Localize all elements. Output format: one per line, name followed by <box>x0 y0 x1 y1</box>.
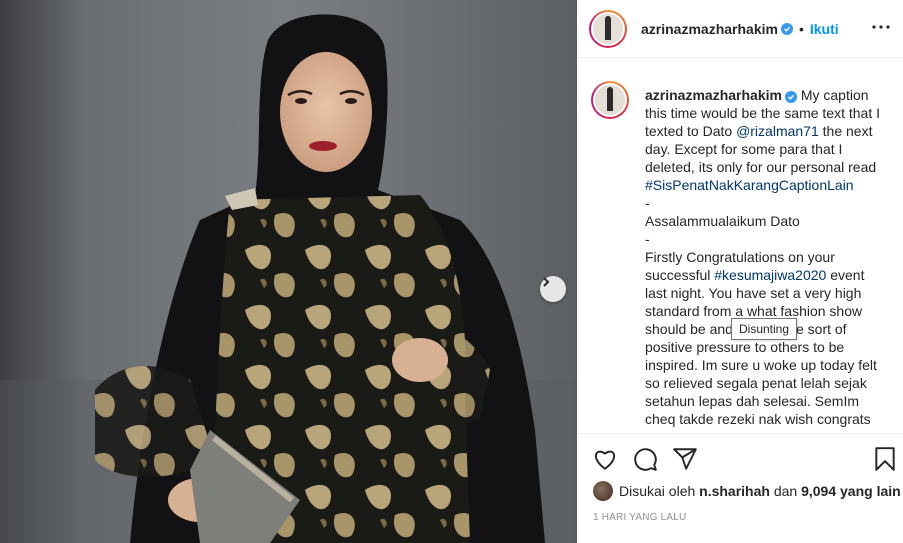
like-button[interactable] <box>592 446 618 472</box>
mention-link[interactable]: @rizalman71 <box>736 123 819 139</box>
chevron-right-icon <box>543 277 550 287</box>
likes-prefix: Disukai oleh <box>619 483 696 499</box>
verified-icon <box>784 91 797 103</box>
caption-avatar[interactable] <box>591 81 629 119</box>
follow-button[interactable]: Ikuti <box>810 21 839 37</box>
likes-and: dan <box>773 483 798 499</box>
save-button[interactable] <box>872 446 898 472</box>
separator-dot: • <box>798 20 804 37</box>
header-username[interactable]: azrinazmazharhakim <box>641 21 778 37</box>
caption-text: azrinazmazharhakim My caption this time … <box>645 86 881 428</box>
share-icon <box>673 448 697 470</box>
caption-divider: - <box>645 231 650 247</box>
caption-part: event last night. You have set a very hi… <box>645 267 877 427</box>
action-bar <box>577 433 903 483</box>
heart-icon <box>595 450 615 470</box>
hashtag-link[interactable]: #kesumajiwa2020 <box>714 267 826 283</box>
caption-divider: - <box>645 195 650 211</box>
more-options-button[interactable] <box>869 15 893 39</box>
post-timestamp[interactable]: 1 HARI YANG LALU <box>593 512 686 523</box>
likes-user[interactable]: n.sharihah <box>699 483 770 499</box>
avatar[interactable] <box>589 9 627 48</box>
bookmark-icon <box>875 447 895 471</box>
hashtag-link[interactable]: #SisPenatNakKarangCaptionLain <box>645 177 854 193</box>
edited-tooltip: Disunting <box>731 318 798 340</box>
next-image-button[interactable] <box>540 276 566 302</box>
share-button[interactable] <box>672 446 698 472</box>
post-sidebar: azrinazmazharhakim • Ikuti azrinazmazhar… <box>577 0 903 543</box>
comments-section[interactable]: azrinazmazharhakim My caption this time … <box>577 59 903 432</box>
caption-username[interactable]: azrinazmazharhakim <box>645 87 782 103</box>
post-header: azrinazmazharhakim • Ikuti <box>577 0 903 58</box>
comment-icon <box>634 448 657 471</box>
verified-icon <box>780 22 793 35</box>
caption-greeting: Assalammualaikum Dato <box>645 213 800 229</box>
liker-avatar[interactable] <box>593 481 613 501</box>
post-photo-illustration <box>0 0 577 543</box>
likes-count[interactable]: 9,094 yang lain <box>801 483 901 499</box>
caption-comment: azrinazmazharhakim My caption this time … <box>591 81 887 428</box>
comment-button[interactable] <box>632 446 658 472</box>
post-image[interactable] <box>0 0 577 543</box>
more-icon <box>872 25 890 29</box>
likes-summary[interactable]: Disukai oleh n.sharihah dan 9,094 yang l… <box>593 481 901 501</box>
